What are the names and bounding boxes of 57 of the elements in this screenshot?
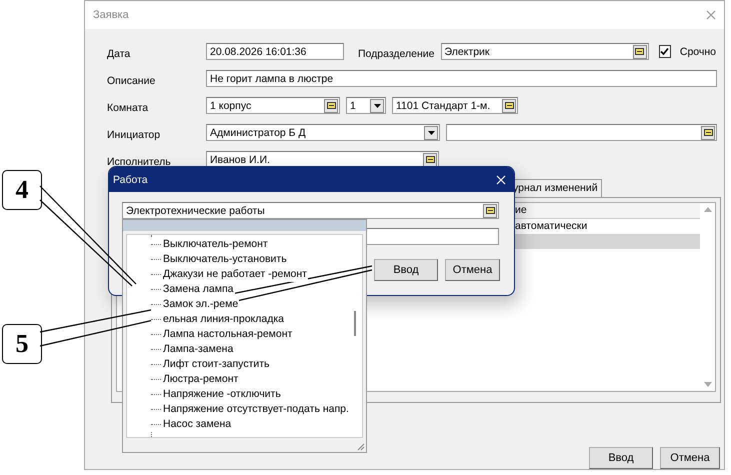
cancel-button[interactable]: Отмена — [660, 447, 720, 469]
field-label: Комната — [107, 100, 150, 114]
picker-button[interactable] — [701, 126, 715, 140]
scrollbar-thumb[interactable] — [354, 311, 356, 336]
field-label: Исполнитель — [107, 154, 172, 168]
resize-grip-icon[interactable] — [356, 442, 365, 451]
folder-icon — [326, 102, 336, 109]
list-item[interactable]: Замена лампа — [151, 282, 235, 297]
list-item[interactable]: Лампа-замена — [151, 342, 234, 357]
picker-button[interactable] — [483, 204, 497, 218]
room-field[interactable]: 1101 Стандарт 1-м. — [392, 97, 518, 114]
picker-button[interactable] — [502, 98, 516, 112]
list-item[interactable]: Лифт стоит-запустить — [151, 357, 271, 372]
folder-icon — [486, 207, 494, 214]
list-item[interactable]: Выключатель-ремонт — [151, 237, 269, 252]
urgent-checkbox[interactable] — [658, 45, 671, 58]
dropdown-arrow-icon — [428, 130, 434, 134]
list-item[interactable]: Насос замена — [151, 417, 232, 432]
description-field[interactable]: Не горит лампа в люстре — [206, 70, 717, 87]
picker-button[interactable] — [632, 44, 647, 58]
floor-combobox[interactable]: 1 — [346, 97, 386, 114]
callout-label: 4 — [2, 170, 42, 210]
ok-button[interactable]: Ввод — [374, 259, 438, 281]
list-item[interactable]: Замок эл.-реме — [151, 297, 240, 312]
list-item[interactable]: Напряжение -отключить — [151, 387, 282, 402]
list-item[interactable]: Лампа настольная-ремонт — [151, 327, 294, 342]
dropdown-button[interactable] — [370, 98, 384, 112]
initiator-combobox[interactable]: Администратор Б Д — [206, 124, 440, 141]
work-field[interactable]: Электротехнические работы — [122, 202, 499, 219]
date-field[interactable]: 20.08.2026 16:01:36 — [206, 43, 344, 60]
department-field[interactable]: Электрик — [440, 43, 649, 60]
building-field[interactable]: 1 корпус — [206, 97, 340, 114]
dialog-title: Работа — [113, 174, 148, 186]
folder-icon — [426, 156, 434, 163]
folder-icon — [504, 102, 514, 109]
ok-button[interactable]: Ввод — [589, 447, 653, 469]
list-item[interactable]: Напряжение отсутствует-подать напр. — [151, 402, 350, 417]
dropdown-button[interactable] — [424, 126, 438, 140]
list-item[interactable]: ельная линия-прокладка — [151, 312, 286, 327]
list-item[interactable]: Люстра-ремонт — [151, 372, 240, 387]
callout-label: 5 — [2, 324, 42, 364]
picker-button[interactable] — [324, 98, 338, 112]
table-cell-text: автоматически — [514, 219, 588, 234]
picker-button[interactable] — [423, 152, 437, 166]
field-label: Дата — [107, 46, 132, 60]
list-item[interactable]: Выключатель-установить — [151, 252, 288, 267]
dropdown-arrow-icon — [374, 104, 380, 108]
field-label: Инициатор — [107, 128, 162, 140]
field-label: Описание — [107, 74, 156, 86]
cancel-button[interactable]: Отмена — [445, 259, 500, 281]
folder-icon — [704, 129, 712, 136]
list-item[interactable]: Джакузи не работает -ремонт — [151, 267, 308, 282]
folder-icon — [635, 48, 644, 55]
field-label: Подразделение — [358, 46, 435, 60]
contact-field[interactable] — [446, 124, 717, 141]
window-title: Заявка — [93, 9, 129, 21]
checkbox-label: Срочно — [680, 46, 716, 58]
